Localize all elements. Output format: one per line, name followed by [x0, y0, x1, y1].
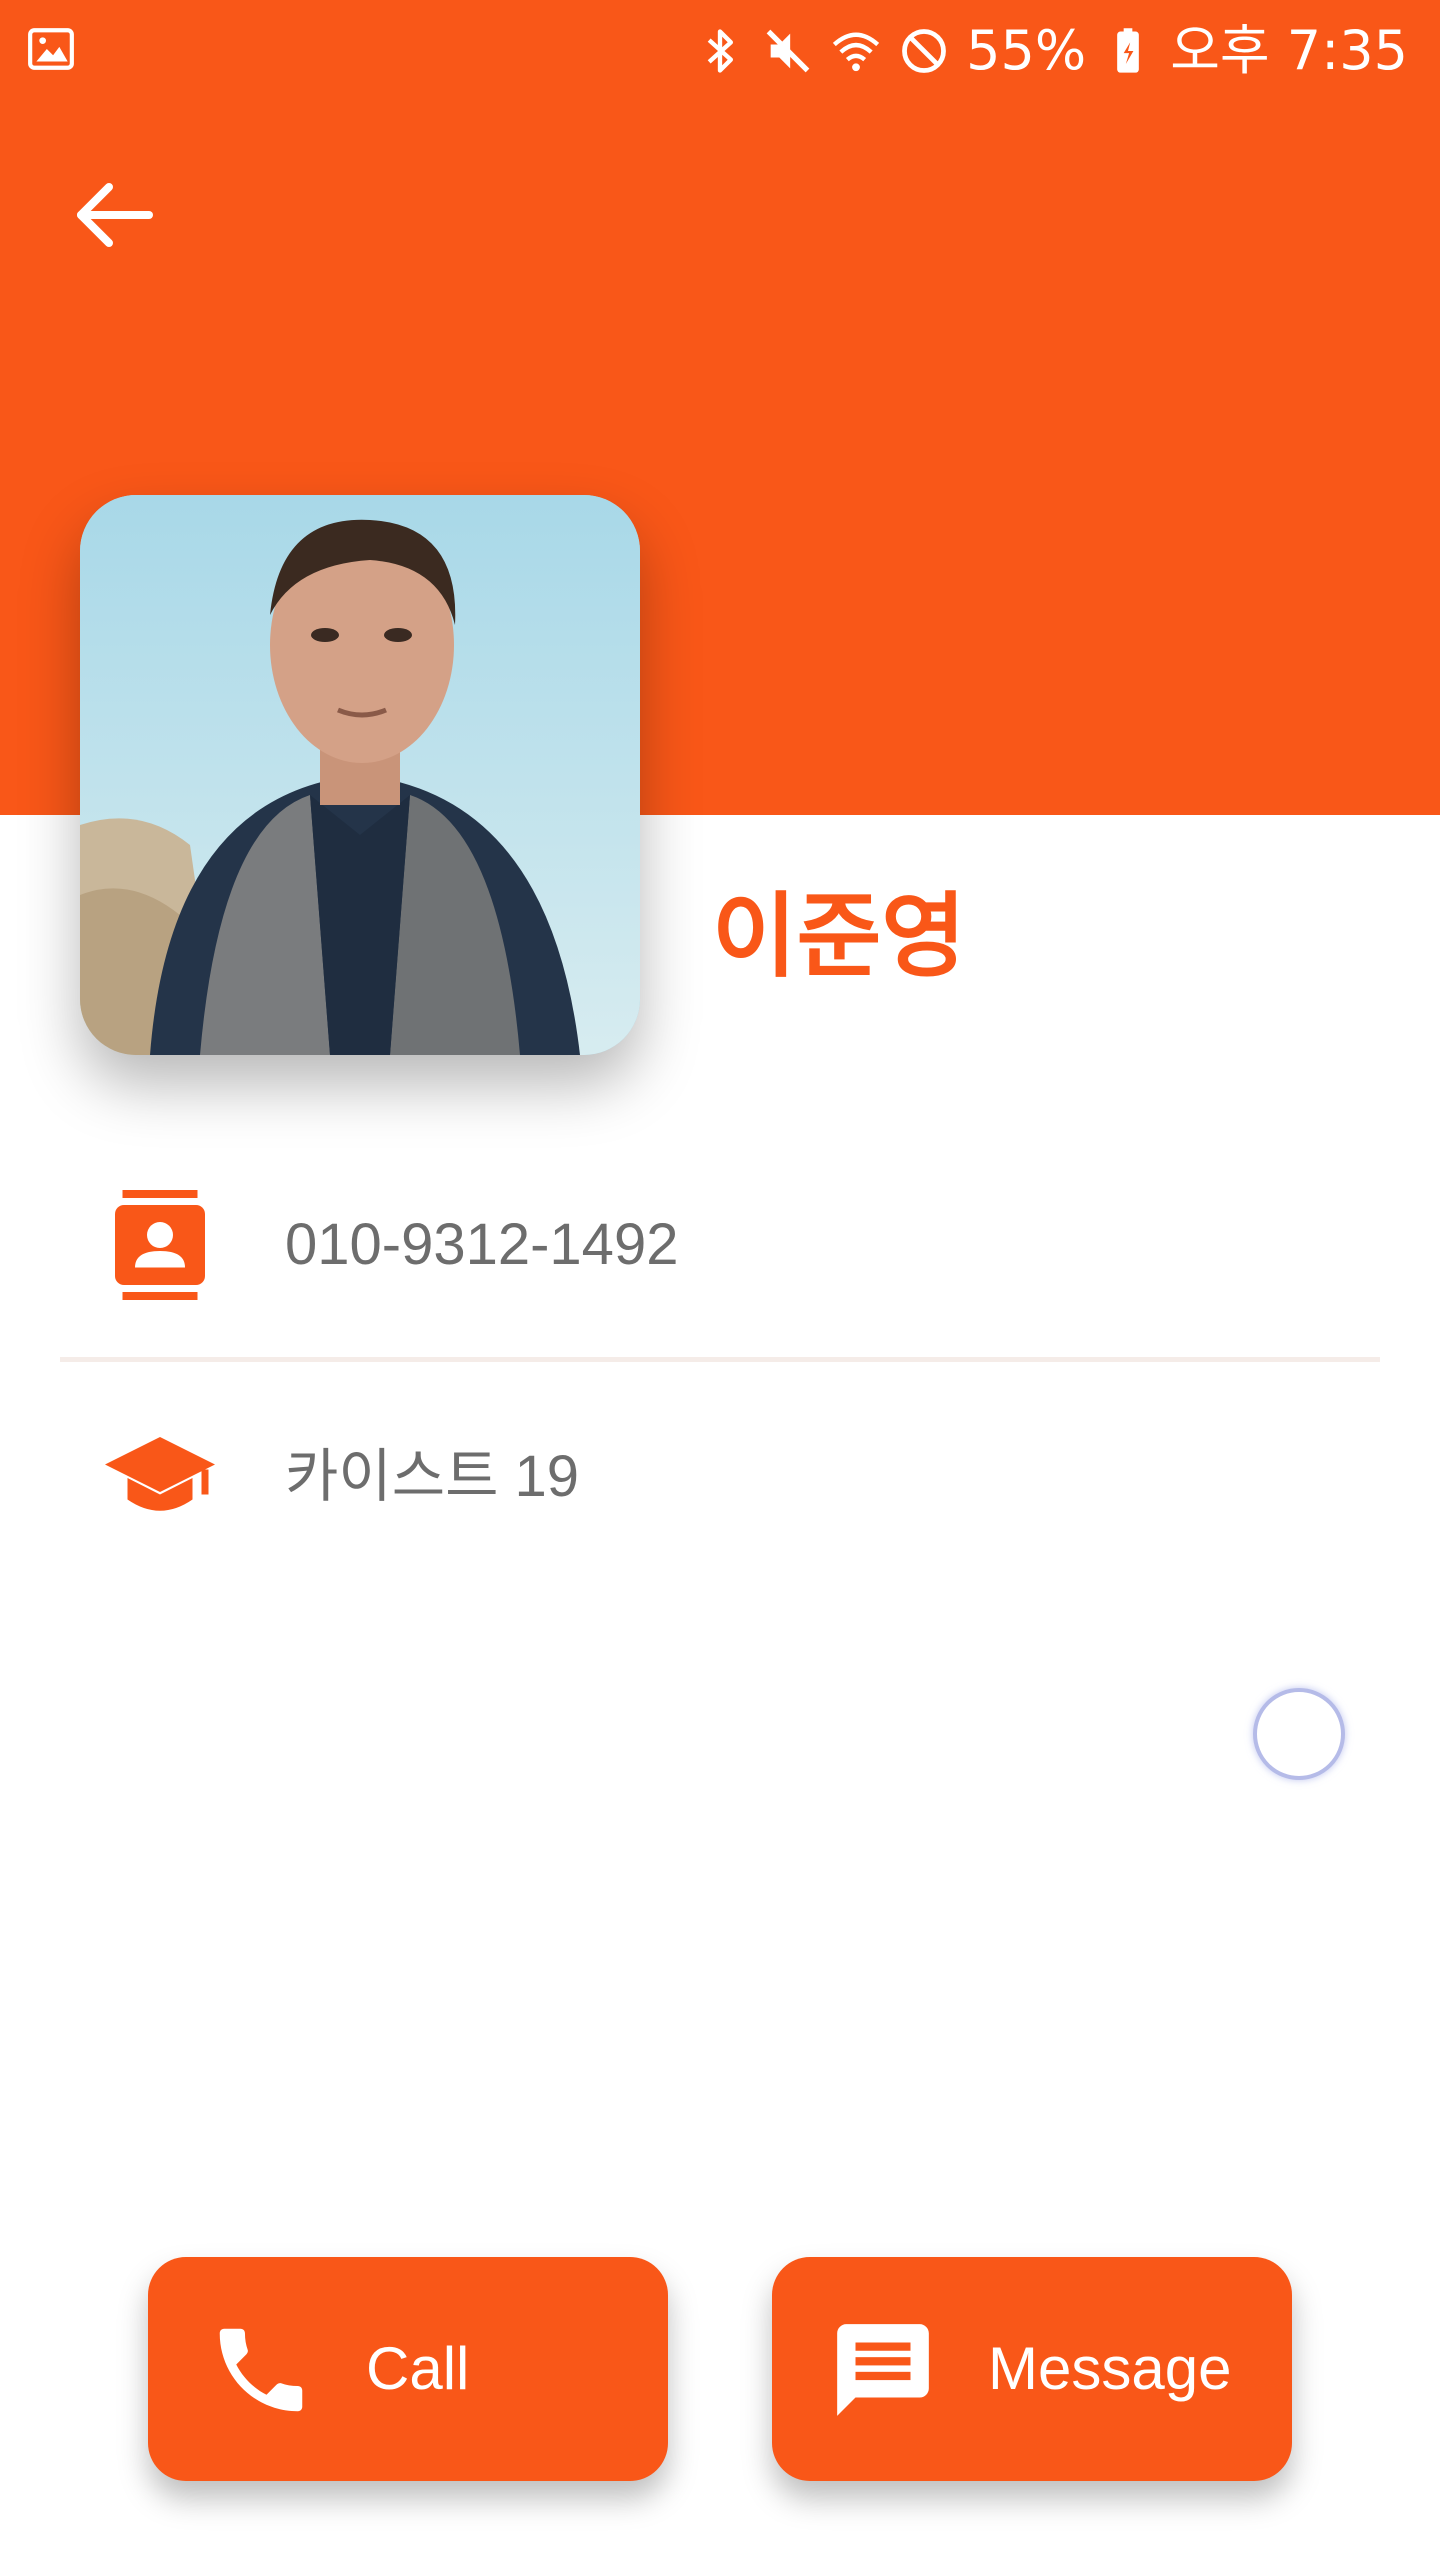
contact-card-icon	[115, 1190, 205, 1300]
message-button[interactable]: Message	[772, 2257, 1292, 2481]
battery-charging-icon	[1117, 28, 1140, 73]
school-row[interactable]: 카이스트 19	[60, 1397, 1380, 1557]
phone-row[interactable]: 010-9312-1492	[60, 1165, 1380, 1325]
status-time: 오후 7:35	[1170, 19, 1408, 82]
battery-percent: 55%	[966, 19, 1087, 82]
person-photo	[80, 495, 640, 1055]
wifi-icon	[833, 32, 880, 72]
gallery-icon	[28, 28, 74, 70]
phone-icon	[219, 2328, 303, 2412]
loading-spinner	[1253, 1688, 1345, 1780]
phone-number: 010-9312-1492	[285, 1212, 679, 1277]
bluetooth-icon	[707, 29, 734, 73]
status-icons: 55% 오후 7:35	[694, 14, 1408, 88]
message-icon	[837, 2324, 929, 2416]
call-label: Call	[366, 2335, 470, 2402]
do-not-disturb-icon	[902, 29, 947, 73]
back-button[interactable]	[58, 160, 168, 270]
divider	[60, 1357, 1380, 1362]
contact-name: 이준영	[712, 883, 966, 990]
school-info: 카이스트 19	[285, 1444, 580, 1509]
message-label: Message	[988, 2335, 1232, 2402]
graduation-cap-icon	[105, 1437, 215, 1511]
call-button[interactable]: Call	[148, 2257, 668, 2481]
profile-photo	[80, 495, 640, 1055]
arrow-left-icon	[77, 183, 153, 247]
mute-icon	[766, 29, 810, 73]
status-bar: 55% 오후 7:35	[0, 0, 1440, 100]
